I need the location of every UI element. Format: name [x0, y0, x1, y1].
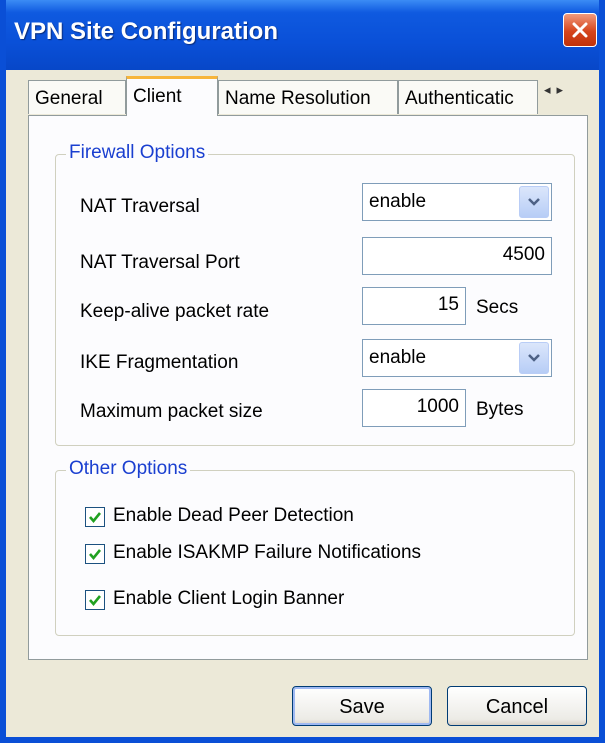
- ike-fragmentation-select[interactable]: enable: [362, 339, 552, 377]
- dead-peer-detection-checkbox[interactable]: [85, 507, 105, 527]
- other-options-title: Other Options: [66, 458, 191, 480]
- ike-fragmentation-dropdown-button[interactable]: [519, 342, 549, 374]
- chevron-down-icon: [528, 354, 540, 362]
- ike-fragmentation-label: IKE Fragmentation: [80, 352, 239, 373]
- client-login-banner-checkbox[interactable]: [85, 590, 105, 610]
- client-login-banner-label: Enable Client Login Banner: [113, 588, 345, 609]
- tab-strip: General Client Name Resolution Authentic…: [28, 76, 588, 116]
- max-packet-size-label: Maximum packet size: [80, 401, 263, 422]
- tab-name-resolution[interactable]: Name Resolution: [218, 80, 398, 114]
- nat-traversal-dropdown-button[interactable]: [519, 186, 549, 218]
- firewall-options-title: Firewall Options: [66, 142, 209, 164]
- nat-traversal-value: enable: [369, 191, 427, 212]
- scroll-left-icon[interactable]: ◂: [544, 82, 557, 97]
- window-title: VPN Site Configuration: [14, 18, 278, 45]
- nat-traversal-port-label: NAT Traversal Port: [80, 252, 240, 273]
- title-bar[interactable]: VPN Site Configuration: [6, 0, 599, 70]
- nat-traversal-port-input[interactable]: 4500: [362, 237, 552, 275]
- vpn-site-configuration-dialog: VPN Site Configuration General Client Na…: [0, 0, 605, 743]
- save-button[interactable]: Save: [292, 686, 432, 726]
- keepalive-rate-input[interactable]: 15: [362, 287, 466, 325]
- scroll-right-icon[interactable]: ▸: [557, 82, 570, 97]
- checkmark-icon: [89, 549, 102, 561]
- max-packet-size-unit: Bytes: [476, 399, 524, 420]
- max-packet-size-input[interactable]: 1000: [362, 389, 466, 427]
- nat-traversal-select[interactable]: enable: [362, 183, 552, 221]
- checkmark-icon: [89, 512, 102, 524]
- tab-general[interactable]: General: [28, 80, 126, 114]
- close-icon: [572, 22, 588, 38]
- firewall-options-group: Firewall Options NAT Traversal enable NA…: [55, 142, 575, 446]
- tab-client[interactable]: Client: [126, 76, 218, 116]
- tab-scroll-arrows: ◂▸: [540, 82, 592, 106]
- keepalive-rate-label: Keep-alive packet rate: [80, 301, 270, 322]
- client-tab-panel: Firewall Options NAT Traversal enable NA…: [28, 115, 588, 660]
- nat-traversal-label: NAT Traversal: [80, 196, 200, 217]
- keepalive-rate-unit: Secs: [476, 297, 519, 318]
- tab-authentication[interactable]: Authenticatic: [398, 80, 538, 114]
- chevron-down-icon: [528, 198, 540, 206]
- ike-fragmentation-value: enable: [369, 347, 427, 368]
- checkmark-icon: [89, 595, 102, 607]
- close-button[interactable]: [563, 13, 597, 47]
- cancel-button[interactable]: Cancel: [447, 686, 587, 726]
- isakmp-failure-notifications-checkbox[interactable]: [85, 544, 105, 564]
- isakmp-failure-notifications-label: Enable ISAKMP Failure Notifications: [113, 542, 422, 563]
- dead-peer-detection-label: Enable Dead Peer Detection: [113, 505, 354, 526]
